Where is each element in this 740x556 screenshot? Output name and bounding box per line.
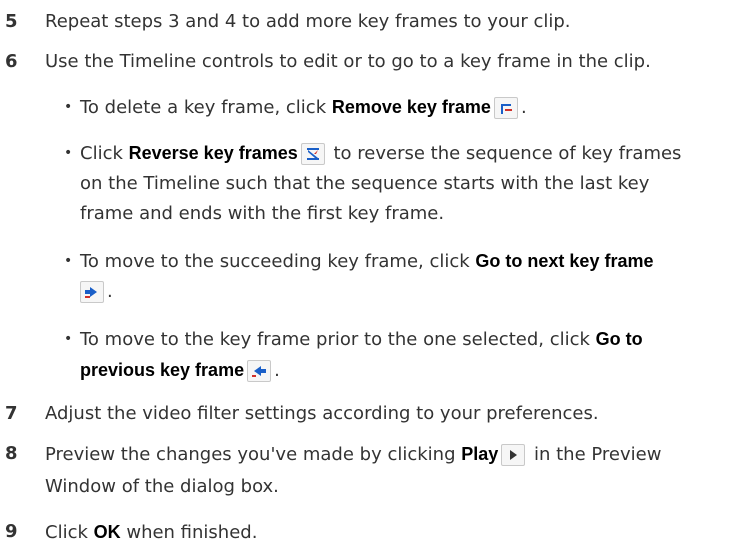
step-8: 8 Preview the changes you've made by cli…: [0, 438, 740, 504]
document-page: 5 Repeat steps 3 and 4 to add more key f…: [0, 0, 740, 556]
step-text-post: when finished.: [120, 522, 258, 543]
step-number: 9: [5, 521, 18, 542]
step-text: Adjust the video filter settings accordi…: [45, 403, 599, 424]
bullet-text: To delete a key frame, click Remove key …: [80, 92, 730, 123]
reverse-key-frames-label: Reverse key frames: [128, 143, 298, 163]
bullet-text-post: .: [274, 360, 280, 381]
reverse-keyframes-icon[interactable]: [300, 143, 325, 165]
step-text: Repeat steps 3 and 4 to add more key fra…: [45, 11, 571, 32]
bullet-text-post: .: [107, 281, 113, 302]
next-keyframe-icon[interactable]: [80, 281, 104, 303]
step-number: 8: [5, 443, 18, 464]
previous-key-frame-label: previous key frame: [80, 360, 245, 380]
step-text: Click OK when finished.: [45, 516, 257, 549]
bullet-text-line3: frame and ends with the first key frame.: [80, 203, 445, 224]
step-text-pre: Preview the changes you've made by click…: [45, 444, 462, 465]
go-to-next-key-frame-label: Go to next key frame: [475, 251, 654, 271]
bullet-text-pre: To delete a key frame, click: [80, 97, 332, 118]
bullet-text: To move to the succeeding key frame, cli…: [80, 246, 730, 307]
step-number: 5: [5, 11, 18, 32]
bullet-dot: •: [64, 331, 73, 347]
bullet-text-post: .: [520, 97, 527, 118]
bullet-text-pre: To move to the key frame prior to the on…: [80, 329, 596, 350]
bullet-dot: •: [64, 99, 73, 115]
step-text: Use the Timeline controls to edit or to …: [45, 51, 651, 72]
bullet-go-to-next-key-frame: • To move to the succeeding key frame, c…: [64, 246, 724, 308]
bullet-text-line2: on the Timeline such that the sequence s…: [80, 173, 650, 194]
bullet-text-pre: Click: [80, 143, 129, 164]
play-label: Play: [461, 444, 499, 464]
bullet-text: To move to the key frame prior to the on…: [80, 324, 730, 386]
bullet-text: Click Reverse key frames to reverse the …: [80, 138, 730, 229]
previous-keyframe-icon[interactable]: [247, 360, 272, 382]
play-icon[interactable]: [501, 444, 526, 466]
bullet-go-to-previous-key-frame: • To move to the key frame prior to the …: [64, 324, 724, 386]
bullet-dot: •: [64, 253, 73, 269]
step-text-post: in the Preview: [528, 444, 662, 465]
step-text-pre: Click: [45, 522, 94, 543]
step-number: 7: [5, 403, 18, 424]
remove-key-frame-label: Remove key frame: [331, 97, 491, 117]
bullet-text-pre: To move to the succeeding key frame, cli…: [80, 251, 476, 272]
remove-keyframe-icon[interactable]: [493, 97, 518, 119]
ok-label: OK: [93, 522, 121, 542]
bullet-text-line1: to reverse the sequence of key frames: [327, 143, 682, 164]
step-number: 6: [5, 51, 18, 72]
go-to-label: Go to: [595, 329, 643, 349]
bullet-reverse-key-frames: • Click Reverse key frames to reverse th…: [64, 138, 724, 228]
step-text-line2: Window of the dialog box.: [45, 476, 279, 497]
step-text: Preview the changes you've made by click…: [45, 438, 661, 503]
bullet-dot: •: [64, 145, 73, 161]
